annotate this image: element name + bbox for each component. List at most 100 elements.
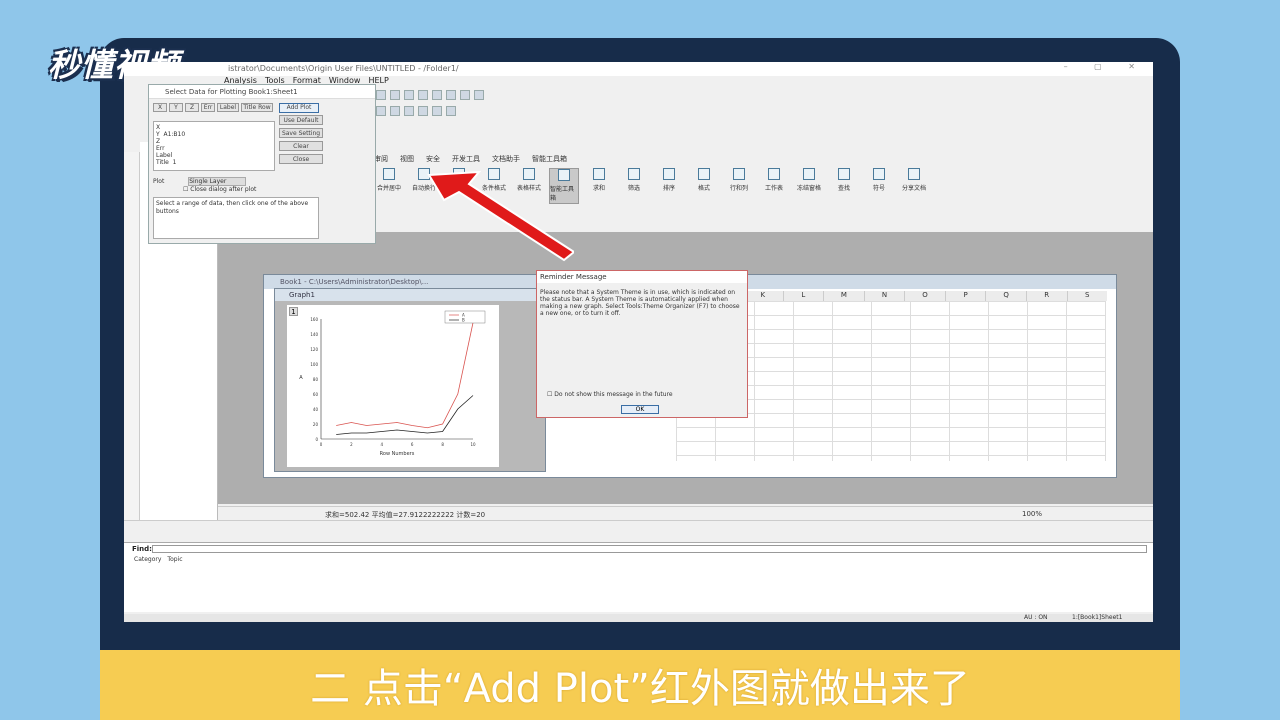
sum-icon [593,168,605,180]
bottom-status: AU : ON 1:[Book1]Sheet1 [124,614,1153,622]
x-axis-label: Row Numbers [380,451,415,457]
search-icon [838,168,850,180]
graph-window-title: Graph1 [275,289,545,301]
column-header[interactable]: M [823,291,864,301]
tool-icon[interactable] [390,106,400,116]
legend-box [444,310,486,324]
ribbon-find-button[interactable]: 查找 [829,168,859,204]
reminder-body: Please note that a System Theme is in us… [540,289,740,317]
column-header[interactable]: K [742,291,783,301]
column-header[interactable]: Q [985,291,1026,301]
column-header[interactable]: O [904,291,945,301]
tool-icon[interactable] [460,90,470,100]
ribbon-sum-button[interactable]: 求和 [584,168,614,204]
status-stats: 求和=502.42 平均值=27.9122222222 计数=20 [325,511,486,519]
save-setting-button[interactable]: Save Setting [279,128,323,138]
tool-icon[interactable] [446,106,456,116]
x-tick-label: 10 [470,442,476,447]
ribbon-symbol-button[interactable]: 符号 [864,168,894,204]
tool-icon[interactable] [390,90,400,100]
tool-icon[interactable] [474,90,484,100]
ribbon-sheet-button[interactable]: 工作表 [759,168,789,204]
select-data-dialog: Select Data for Plotting Book1:Sheet1 X … [148,84,376,244]
column-header[interactable]: S [1066,291,1108,301]
add-plot-button[interactable]: Add Plot [279,103,319,113]
use-default-button[interactable]: Use Default [279,115,323,125]
x-tick-label: 8 [441,442,444,447]
caption-bar: 二 点击“Add Plot”红外图就做出来了 [100,650,1180,720]
y-tick-label: 160 [310,317,318,322]
tab-security[interactable]: 安全 [426,154,440,166]
column-header[interactable]: R [1025,291,1067,301]
y-tick-label: 80 [313,377,319,382]
reminder-dialog: Reminder Message Please note that a Syst… [536,270,748,418]
ribbon-format-button[interactable]: 格式 [689,168,719,204]
tool-icon[interactable] [446,90,456,100]
dialog-title: Select Data for Plotting Book1:Sheet1 [149,85,375,99]
tool-icon[interactable] [404,106,414,116]
label-button[interactable]: Label [217,103,239,112]
rowcol-icon [733,168,745,180]
column-headers: K L M N O P Q R S [742,291,1108,301]
find-label: Find: [132,545,152,553]
do-not-show-checkbox[interactable]: ☐ Do not show this message in the future [547,391,673,398]
x-tick-label: 2 [350,442,353,447]
caption-text: 二 点击“Add Plot”红外图就做出来了 [310,666,970,712]
tool-icon[interactable] [404,90,414,100]
find-column-header[interactable]: Category [134,556,161,563]
x-tick-label: 6 [411,442,414,447]
freeze-icon [803,168,815,180]
layer-select[interactable]: Single Layer [188,177,247,186]
column-header[interactable]: N [863,291,905,301]
y-axis-label: A [299,375,303,381]
z-button[interactable]: Z [185,103,199,112]
y-button[interactable]: Y [169,103,183,112]
tab-view[interactable]: 视图 [400,154,414,166]
data-list[interactable]: X Y A1:B10 Z Err Label Title 1 [153,121,275,171]
err-button[interactable]: Err [201,103,215,112]
left-toolbar [124,152,140,522]
find-column-header[interactable]: Topic [167,556,182,563]
y-tick-label: 120 [310,347,318,352]
ribbon-sort-button[interactable]: 排序 [654,168,684,204]
tab-doc-assistant[interactable]: 文档助手 [492,154,520,166]
tab-devtools[interactable]: 开发工具 [452,154,480,166]
tool-icon[interactable] [418,90,428,100]
ribbon-share-button[interactable]: 分享文档 [899,168,929,204]
ribbon-rowcol-button[interactable]: 行和列 [724,168,754,204]
status-bar: 求和=502.42 平均值=27.9122222222 计数=20 100% [218,506,1153,520]
close-button[interactable]: Close [279,154,323,164]
tab-review[interactable]: 审阅 [374,154,388,166]
close-after-plot-checkbox[interactable]: ☐ Close dialog after plot [183,186,256,193]
toolbar-format [374,104,574,118]
ok-button[interactable]: OK [621,405,659,414]
ribbon-merge-center-button[interactable]: 合并居中 [374,168,404,204]
legend-label: B [462,318,465,323]
series-line-A [336,322,474,429]
origin-app-screen: istrator\Documents\Origin User Files\UNT… [124,62,1153,622]
title-row-button[interactable]: Title Row [241,103,273,112]
graph-window: Graph1 1 0 20 40 60 80 100 120 140 160 0 2 4 6 8 10 Row… [274,288,546,472]
red-pointer-arrow [427,170,574,262]
ribbon-tabs: 审阅 视图 安全 开发工具 文档助手 智能工具箱 [374,154,567,166]
ribbon-filter-button[interactable]: 筛选 [619,168,649,204]
ribbon-freeze-button[interactable]: 冻结窗格 [794,168,824,204]
zoom-level[interactable]: 100% [1022,510,1042,518]
omega-icon [873,168,885,180]
clear-button[interactable]: Clear [279,141,323,151]
tool-icon[interactable] [376,90,386,100]
x-button[interactable]: X [153,103,167,112]
tool-icon[interactable] [432,106,442,116]
tool-icon[interactable] [432,90,442,100]
y-tick-label: 20 [313,422,319,427]
column-header[interactable]: L [782,291,824,301]
y-tick-label: 140 [310,332,318,337]
share-icon [908,168,920,180]
tool-icon[interactable] [418,106,428,116]
window-controls[interactable]: – ▢ ✕ [1064,62,1147,71]
tab-smart-tools[interactable]: 智能工具箱 [532,154,567,166]
tool-icon[interactable] [376,106,386,116]
column-header[interactable]: P [944,291,986,301]
y-tick-label: 0 [315,437,318,442]
find-input[interactable] [152,545,1147,553]
